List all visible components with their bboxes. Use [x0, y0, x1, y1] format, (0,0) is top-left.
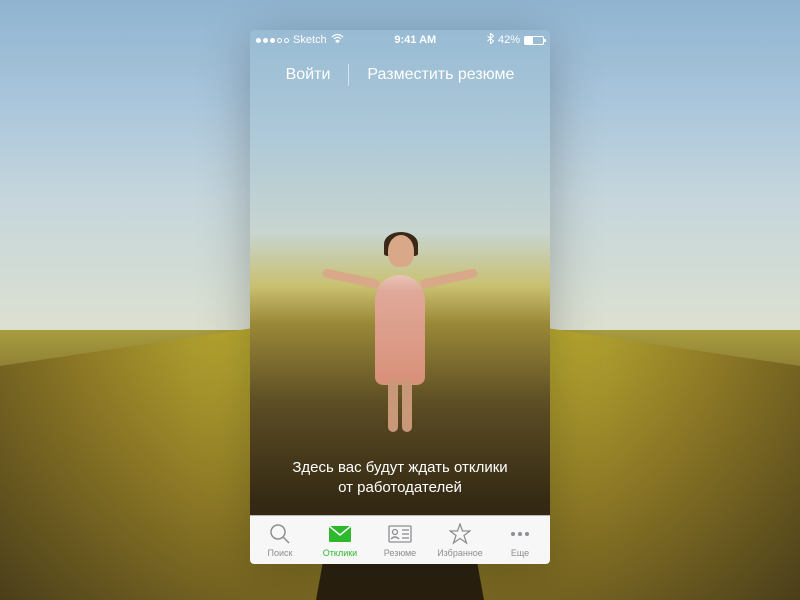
status-time: 9:41 AM — [394, 34, 436, 46]
tab-label: Резюме — [384, 548, 416, 558]
tab-favorites[interactable]: Избранное — [430, 516, 490, 564]
resume-icon — [388, 522, 412, 546]
tab-bar: Поиск Отклики Резюме Избранное Еще — [250, 515, 550, 564]
empty-state-text: Здесь вас будут ждать отклики от работод… — [262, 458, 538, 499]
star-icon — [448, 522, 472, 546]
tab-label: Избранное — [437, 548, 483, 558]
status-bar: Sketch 9:41 AM 42% — [250, 30, 550, 50]
hero-figure — [340, 180, 460, 440]
envelope-icon — [328, 522, 352, 546]
post-resume-link[interactable]: Разместить резюме — [349, 62, 532, 88]
tab-label: Еще — [511, 548, 529, 558]
empty-state-line1: Здесь вас будут ждать отклики — [262, 458, 538, 478]
tab-label: Отклики — [323, 548, 357, 558]
tab-label: Поиск — [268, 548, 293, 558]
login-link[interactable]: Войти — [268, 62, 349, 88]
tab-resumes[interactable]: Резюме — [370, 516, 430, 564]
tab-search[interactable]: Поиск — [250, 516, 310, 564]
bluetooth-icon — [487, 33, 494, 47]
more-icon — [508, 522, 532, 546]
carrier-label: Sketch — [293, 34, 327, 46]
tab-responses[interactable]: Отклики — [310, 516, 370, 564]
wifi-icon — [331, 34, 344, 46]
search-icon — [268, 522, 292, 546]
top-nav: Войти Разместить резюме — [250, 62, 550, 88]
empty-state-line2: от работодателей — [262, 478, 538, 498]
phone-frame: Sketch 9:41 AM 42% Войти Разместить резю… — [250, 30, 550, 564]
battery-pct: 42% — [498, 34, 520, 46]
tab-more[interactable]: Еще — [490, 516, 550, 564]
signal-dots-icon — [256, 38, 289, 43]
battery-icon — [524, 36, 544, 45]
